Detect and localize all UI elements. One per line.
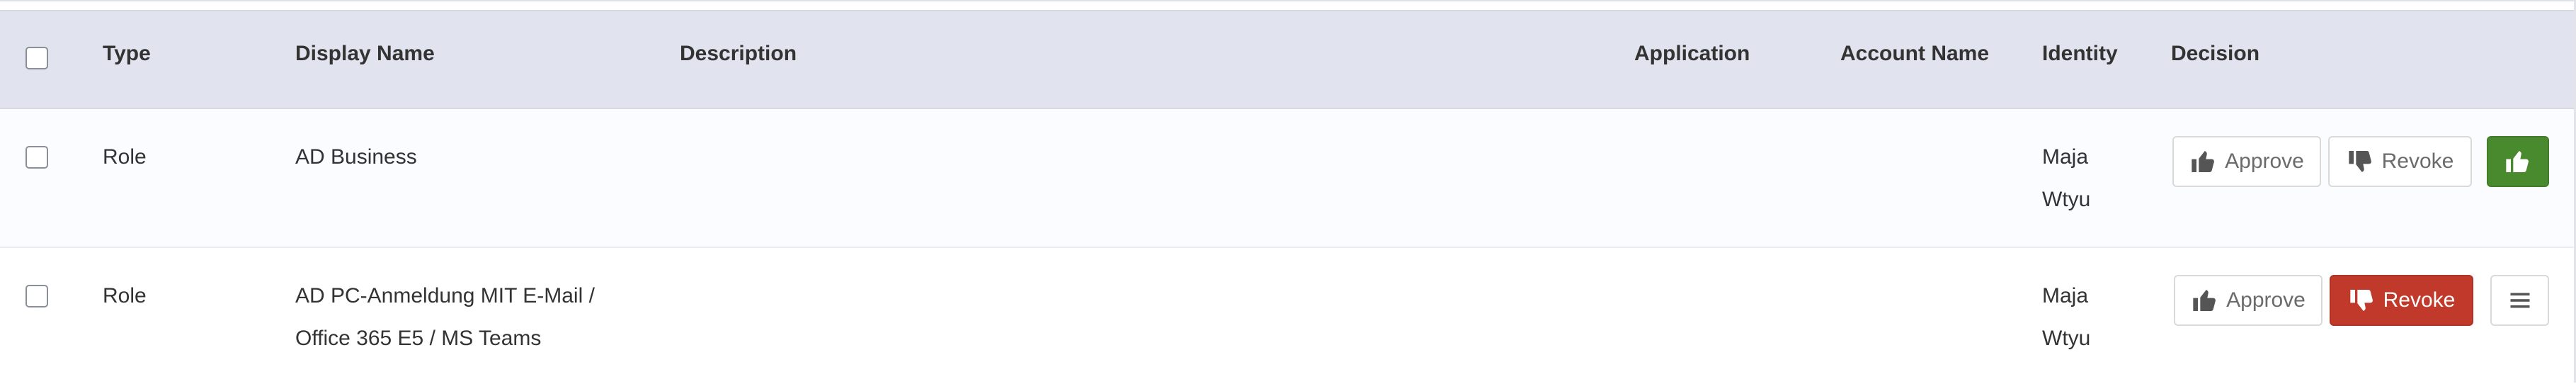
approve-button[interactable]: Approve	[2174, 275, 2323, 326]
revoke-button[interactable]: Revoke	[2330, 275, 2473, 326]
table-header: Type Display Name Description Applicatio…	[0, 10, 2574, 109]
table-row: Role AD PC-Anmeldung MIT E-Mail / Office…	[0, 248, 2574, 384]
row-type: Role	[103, 284, 147, 307]
approve-button[interactable]: Approve	[2172, 136, 2321, 187]
column-header-application[interactable]: Application	[1634, 33, 1750, 75]
column-header-identity[interactable]: Identity	[2042, 33, 2118, 75]
column-header-type[interactable]: Type	[103, 33, 151, 75]
thumbs-down-icon	[2348, 286, 2376, 315]
row-identity-first-name: Maja	[2042, 145, 2089, 169]
thumbs-up-icon	[2504, 147, 2532, 176]
row-identity-last-name: Wtyu	[2042, 188, 2091, 211]
row-display-name: AD PC-Anmeldung MIT E-Mail /	[295, 284, 595, 307]
thumbs-down-icon	[2347, 147, 2375, 176]
row-display-name: AD Business	[295, 145, 417, 169]
row-select-checkbox[interactable]	[25, 285, 48, 307]
row-select-checkbox[interactable]	[25, 146, 48, 169]
thumbs-up-icon	[2189, 147, 2218, 176]
row-actions-menu-button[interactable]	[2490, 275, 2549, 326]
row-display-name-continued: Office 365 E5 / MS Teams	[295, 327, 542, 350]
column-header-display-name[interactable]: Display Name	[295, 33, 435, 75]
table-row: Role AD Business Maja Wtyu Approve Revok…	[0, 109, 2574, 248]
thumbs-up-icon	[2191, 286, 2219, 315]
approve-button-label: Approve	[2226, 288, 2306, 312]
select-all-checkbox[interactable]	[25, 47, 48, 69]
approved-decision-button[interactable]	[2487, 136, 2549, 187]
row-type: Role	[103, 145, 147, 169]
column-header-decision[interactable]: Decision	[2171, 33, 2259, 75]
row-identity-first-name: Maja	[2042, 284, 2089, 307]
row-identity-last-name: Wtyu	[2042, 327, 2091, 350]
hamburger-menu-icon	[2507, 288, 2533, 313]
access-review-table: Type Display Name Description Applicatio…	[0, 0, 2576, 384]
column-header-account-name[interactable]: Account Name	[1840, 33, 1989, 75]
approve-button-label: Approve	[2225, 149, 2304, 173]
revoke-button-label: Revoke	[2383, 288, 2456, 312]
revoke-button-label: Revoke	[2381, 149, 2454, 173]
revoke-button[interactable]: Revoke	[2328, 136, 2472, 187]
column-header-description[interactable]: Description	[680, 33, 797, 75]
